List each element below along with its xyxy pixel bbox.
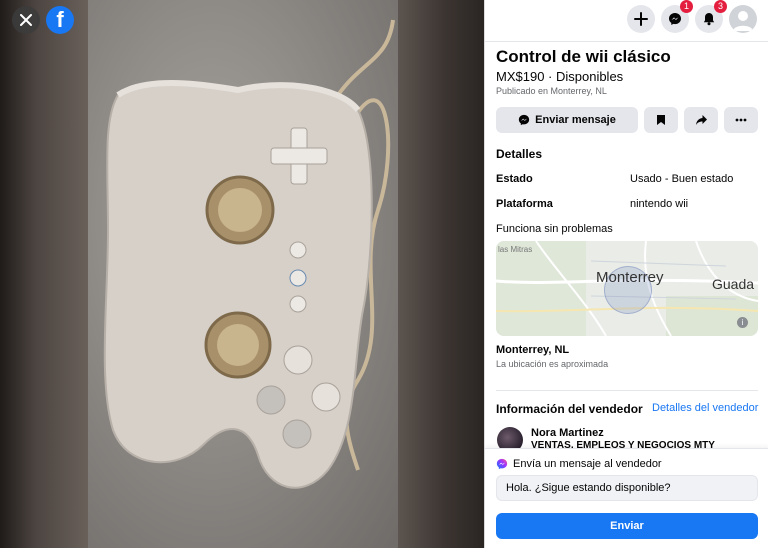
messenger-icon (669, 13, 681, 25)
save-button[interactable] (644, 107, 678, 133)
listing-published[interactable]: Publicado en Monterrey, NL (496, 86, 607, 96)
close-button[interactable] (12, 6, 40, 34)
facebook-logo[interactable]: f (46, 6, 74, 34)
messenger-button[interactable]: 1 (661, 0, 693, 33)
map-city-label: Monterrey (596, 269, 664, 286)
seller-details-link[interactable]: Detalles del vendedor (652, 402, 758, 414)
message-input[interactable] (496, 475, 758, 501)
listing-photo[interactable] (88, 0, 398, 548)
compose-label-row: Envía un mensaje al vendedor (496, 458, 662, 470)
controller-illustration (103, 19, 395, 489)
divider (496, 390, 758, 391)
avatar-icon (733, 11, 753, 31)
map-district-label: las Mitras (498, 245, 533, 254)
share-icon (695, 115, 707, 125)
create-button[interactable] (627, 5, 655, 33)
send-button[interactable]: Enviar (496, 513, 758, 539)
detail-value-platform: nintendo wii (630, 198, 689, 210)
seller-heading: Información del vendedor (496, 402, 643, 416)
listing-title: Control de wii clásico (496, 47, 671, 66)
profile-avatar[interactable] (729, 5, 757, 33)
close-icon (20, 14, 32, 26)
listing-panel: 1 3 Control de wii clásico MX$190 · Disp… (484, 0, 768, 548)
facebook-logo-letter: f (56, 7, 64, 32)
detail-label-condition: Estado (496, 173, 533, 185)
send-message-button[interactable]: Enviar mensaje (496, 107, 638, 133)
location-note: La ubicación es aproximada (496, 359, 609, 369)
notifications-button[interactable]: 3 (695, 0, 727, 33)
listing-price: MX$190 · Disponibles (496, 69, 624, 84)
location-name: Monterrey, NL (496, 344, 570, 356)
top-bar: 1 3 (485, 0, 768, 42)
location-map[interactable]: las Mitras Monterrey Guada i (496, 241, 758, 336)
plus-icon (634, 12, 648, 26)
more-icon (735, 118, 747, 122)
messenger-gradient-icon (496, 458, 508, 470)
listing-description: Funciona sin problemas (496, 223, 613, 235)
seller-name[interactable]: Nora Martinez (531, 427, 604, 439)
map-neighbor-label: Guada (712, 276, 755, 292)
compose-label: Envía un mensaje al vendedor (513, 458, 662, 470)
messenger-icon (518, 114, 530, 126)
details-heading: Detalles (496, 147, 543, 161)
detail-label-platform: Plataforma (496, 198, 553, 210)
send-message-label: Enviar mensaje (535, 114, 616, 126)
messenger-badge: 1 (680, 0, 693, 13)
share-button[interactable] (684, 107, 718, 133)
photo-blur-left (0, 0, 90, 548)
photo-viewer: f (0, 0, 484, 548)
map-info-icon[interactable]: i (737, 317, 748, 328)
compose-panel: Envía un mensaje al vendedor Enviar (485, 448, 768, 548)
photo-blur-right (396, 0, 484, 548)
notifications-badge: 3 (714, 0, 727, 13)
bookmark-icon (657, 115, 665, 125)
detail-value-condition: Usado - Buen estado (630, 173, 734, 185)
more-button[interactable] (724, 107, 758, 133)
bell-icon (703, 13, 715, 26)
